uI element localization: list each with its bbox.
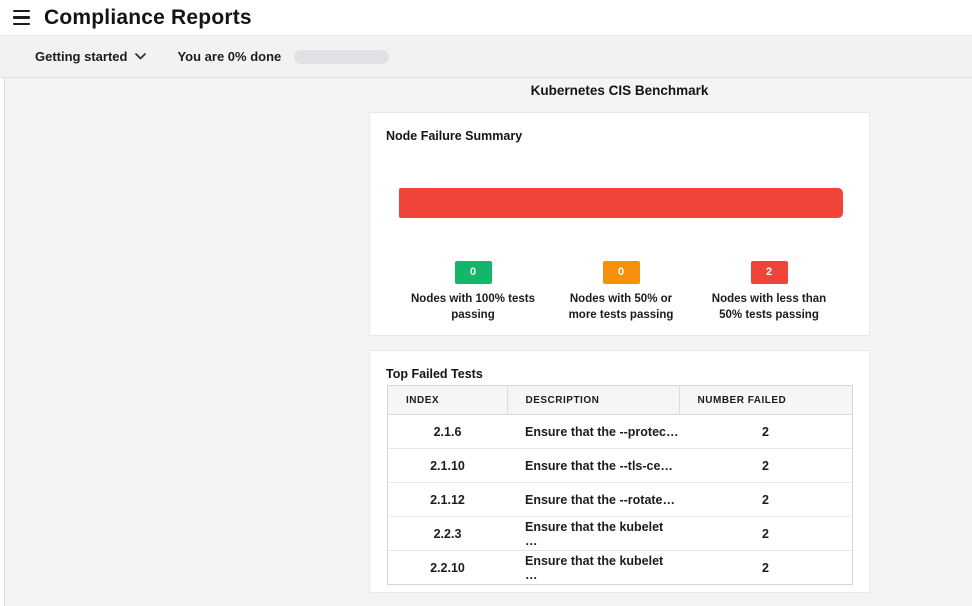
failure-legend-row: 0 Nodes with 100% tests passing 0 Nodes … (399, 261, 843, 323)
cell-description: Ensure that the kubelet … (507, 551, 679, 585)
legend-label: Nodes with less than 50% tests passing (703, 291, 835, 323)
cell-number-failed: 2 (679, 449, 852, 483)
cell-number-failed: 2 (679, 551, 852, 585)
app-header: Compliance Reports (0, 0, 972, 35)
content-area: Kubernetes CIS Benchmark Node Failure Su… (4, 78, 972, 606)
report-column: Kubernetes CIS Benchmark Node Failure Su… (369, 78, 870, 593)
legend-group-pass-100: 0 Nodes with 100% tests passing (399, 261, 547, 323)
failure-bar-chart (399, 188, 843, 218)
menu-icon[interactable] (9, 5, 35, 31)
cell-index: 2.1.10 (388, 449, 508, 483)
column-header-description: DESCRIPTION (507, 386, 679, 415)
count-badge-green: 0 (455, 261, 492, 284)
legend-group-pass-50: 0 Nodes with 50% or more tests passing (547, 261, 695, 323)
table-row: 2.2.10 Ensure that the kubelet … 2 (388, 551, 853, 585)
cell-description: Ensure that the --protec… (507, 415, 679, 449)
chevron-down-icon (135, 53, 146, 60)
main-area: Kubernetes CIS Benchmark Node Failure Su… (0, 78, 972, 606)
node-failure-summary-card: Node Failure Summary 0 Nodes with 100% t… (369, 112, 870, 336)
getting-started-bar: Getting started You are 0% done (0, 35, 972, 78)
cell-description: Ensure that the --tls-ce… (507, 449, 679, 483)
column-header-index: INDEX (388, 386, 508, 415)
cell-index: 2.1.12 (388, 483, 508, 517)
getting-started-label: Getting started (35, 49, 127, 64)
legend-label: Nodes with 100% tests passing (400, 291, 547, 323)
table-row: 2.1.10 Ensure that the --tls-ce… 2 (388, 449, 853, 483)
cell-description: Ensure that the kubelet … (507, 517, 679, 551)
progress-bar (294, 50, 389, 64)
page-title: Compliance Reports (44, 6, 252, 30)
cell-index: 2.2.10 (388, 551, 508, 585)
table-row: 2.2.3 Ensure that the kubelet … 2 (388, 517, 853, 551)
cell-index: 2.2.3 (388, 517, 508, 551)
app-root: Compliance Reports Getting started You a… (0, 0, 972, 606)
cell-number-failed: 2 (679, 517, 852, 551)
node-failure-summary-title: Node Failure Summary (386, 129, 869, 143)
cell-description: Ensure that the --rotate… (507, 483, 679, 517)
table-row: 2.1.6 Ensure that the --protec… 2 (388, 415, 853, 449)
count-badge-orange: 0 (603, 261, 640, 284)
table-header-row: INDEX DESCRIPTION NUMBER FAILED (388, 386, 853, 415)
column-header-number-failed: NUMBER FAILED (679, 386, 852, 415)
table-row: 2.1.12 Ensure that the --rotate… 2 (388, 483, 853, 517)
top-failed-tests-table: INDEX DESCRIPTION NUMBER FAILED 2.1.6 En… (387, 385, 853, 585)
failure-bar-red-segment (399, 188, 843, 218)
legend-label: Nodes with 50% or more tests passing (558, 291, 684, 323)
cell-index: 2.1.6 (388, 415, 508, 449)
benchmark-title: Kubernetes CIS Benchmark (369, 83, 870, 98)
top-failed-tests-card: Top Failed Tests INDEX DESCRIPTION NUMBE… (369, 350, 870, 593)
cell-number-failed: 2 (679, 483, 852, 517)
top-failed-tests-title: Top Failed Tests (386, 367, 869, 381)
progress-text: You are 0% done (177, 49, 281, 64)
count-badge-red: 2 (751, 261, 788, 284)
legend-group-fail: 2 Nodes with less than 50% tests passing (695, 261, 843, 323)
cell-number-failed: 2 (679, 415, 852, 449)
getting-started-dropdown[interactable]: Getting started (35, 49, 146, 64)
